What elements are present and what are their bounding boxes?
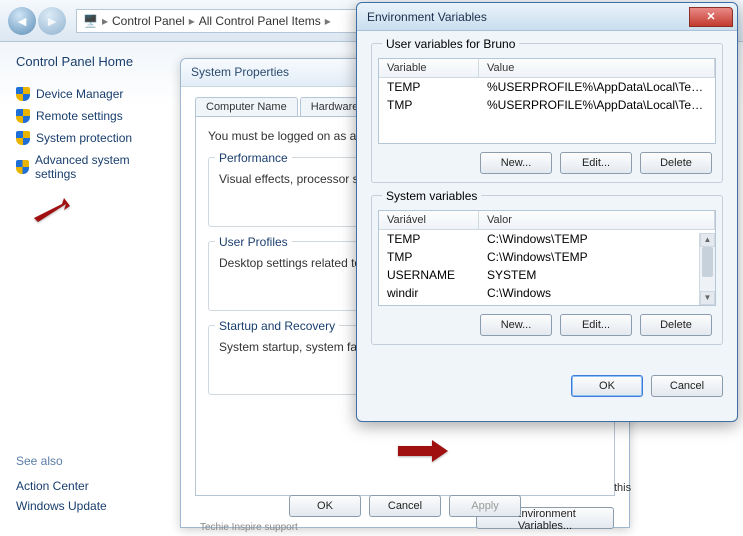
sidebar-item-device-manager[interactable]: Device Manager	[8, 83, 172, 105]
cancel-button[interactable]: Cancel	[369, 495, 441, 517]
close-icon[interactable]: ✕	[689, 7, 733, 27]
footer-text: Techie Inspire support	[200, 522, 298, 533]
system-variables-group: System variables Variável Valor TEMPC:\W…	[371, 195, 723, 345]
sidebar-item-system-protection[interactable]: System protection	[8, 127, 172, 149]
computer-icon: 🖥️	[83, 14, 98, 28]
annotation-arrow-icon	[398, 440, 448, 465]
see-also-windows-update[interactable]: Windows Update	[16, 496, 107, 516]
breadcrumb-item[interactable]: Control Panel	[112, 14, 185, 28]
scrollbar[interactable]: ▲ ▼	[699, 233, 715, 305]
sidebar: Control Panel Home Device Manager Remote…	[0, 42, 180, 536]
table-row[interactable]: TEMP%USERPROFILE%\AppData\Local\Temp	[379, 78, 715, 96]
chevron-right-icon: ▸	[325, 14, 331, 28]
group-label: Startup and Recovery	[215, 319, 339, 333]
table-row[interactable]: TMP%USERPROFILE%\AppData\Local\Temp	[379, 96, 715, 114]
shield-icon	[16, 131, 30, 145]
truncated-text: this	[614, 482, 631, 494]
chevron-right-icon: ▸	[189, 14, 195, 28]
table-header[interactable]: Variable Value	[379, 59, 715, 78]
table-row[interactable]: windirC:\Windows	[379, 284, 715, 302]
system-variables-table[interactable]: Variável Valor TEMPC:\Windows\TEMP TMPC:…	[378, 210, 716, 306]
edit-button[interactable]: Edit...	[560, 314, 632, 336]
col-variable[interactable]: Variable	[379, 59, 479, 77]
annotation-arrow-icon	[34, 194, 70, 227]
col-variable[interactable]: Variável	[379, 211, 479, 229]
sidebar-item-advanced-system-settings[interactable]: Advanced system settings	[8, 149, 172, 185]
delete-button[interactable]: Delete	[640, 314, 712, 336]
shield-icon	[16, 109, 30, 123]
title-bar[interactable]: Environment Variables ✕	[357, 3, 737, 31]
col-value[interactable]: Valor	[479, 211, 715, 229]
group-label: User variables for Bruno	[382, 37, 519, 51]
dialog-title: Environment Variables	[367, 10, 689, 24]
see-also-label: See also	[16, 454, 107, 468]
group-label: User Profiles	[215, 235, 292, 249]
table-row[interactable]: USERNAMESYSTEM	[379, 266, 715, 284]
scroll-thumb[interactable]	[702, 247, 713, 277]
chevron-right-icon: ▸	[102, 14, 108, 28]
table-row[interactable]: TMPC:\Windows\TEMP	[379, 248, 715, 266]
back-button[interactable]: ◄	[8, 7, 36, 35]
ok-button[interactable]: OK	[571, 375, 643, 397]
see-also-action-center[interactable]: Action Center	[16, 476, 107, 496]
breadcrumb-item[interactable]: All Control Panel Items	[199, 14, 321, 28]
new-button[interactable]: New...	[480, 314, 552, 336]
user-variables-group: User variables for Bruno Variable Value …	[371, 43, 723, 183]
new-button[interactable]: New...	[480, 152, 552, 174]
sidebar-home-link[interactable]: Control Panel Home	[16, 54, 172, 69]
sidebar-item-remote-settings[interactable]: Remote settings	[8, 105, 172, 127]
forward-button[interactable]: ►	[38, 7, 66, 35]
shield-icon	[16, 160, 29, 174]
environment-variables-dialog: Environment Variables ✕ User variables f…	[356, 2, 738, 422]
ok-button[interactable]: OK	[289, 495, 361, 517]
edit-button[interactable]: Edit...	[560, 152, 632, 174]
group-label: Performance	[215, 151, 292, 165]
apply-button[interactable]: Apply	[449, 495, 521, 517]
tab-computer-name[interactable]: Computer Name	[195, 97, 298, 116]
user-variables-table[interactable]: Variable Value TEMP%USERPROFILE%\AppData…	[378, 58, 716, 144]
group-label: System variables	[382, 189, 481, 203]
see-also-section: See also Action Center Windows Update	[16, 454, 107, 516]
scroll-down-icon[interactable]: ▼	[700, 291, 715, 305]
cancel-button[interactable]: Cancel	[651, 375, 723, 397]
shield-icon	[16, 87, 30, 101]
scroll-up-icon[interactable]: ▲	[700, 233, 715, 247]
delete-button[interactable]: Delete	[640, 152, 712, 174]
col-value[interactable]: Value	[479, 59, 715, 77]
table-row[interactable]: TEMPC:\Windows\TEMP	[379, 230, 715, 248]
table-header[interactable]: Variável Valor	[379, 211, 715, 230]
